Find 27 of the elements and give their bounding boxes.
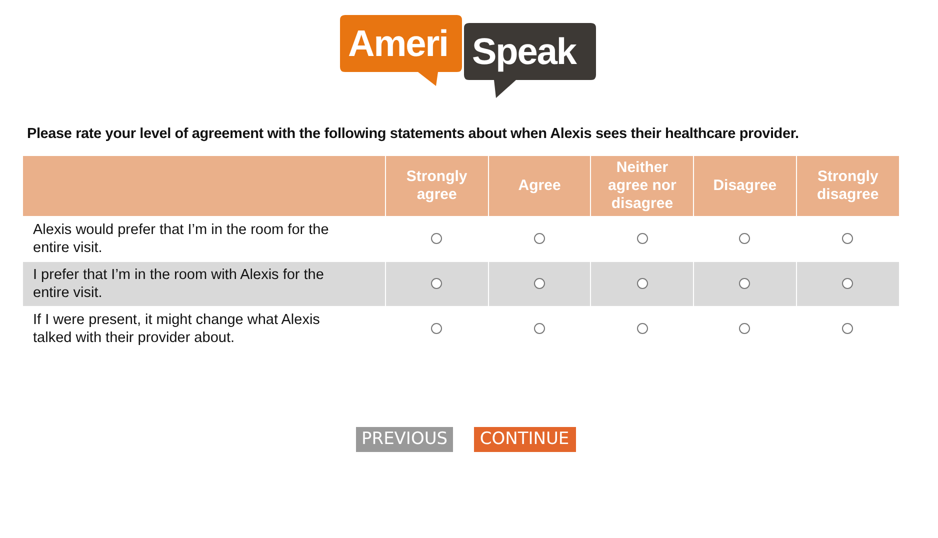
column-header: Strongly agree (386, 156, 488, 216)
statement-text: If I were present, it might change what Alexis talked with their provider about. (23, 306, 386, 351)
radio-button[interactable] (739, 233, 750, 244)
radio-button[interactable] (739, 323, 750, 334)
logo-text: Ameri (348, 25, 448, 62)
radio-button[interactable] (431, 323, 442, 334)
radio-button[interactable] (636, 233, 648, 244)
radio-button[interactable] (636, 323, 648, 334)
radio-button[interactable] (842, 278, 854, 290)
radio-button[interactable] (739, 278, 750, 290)
radio-button[interactable] (431, 233, 442, 244)
radio-button[interactable] (534, 278, 546, 290)
radio-button[interactable] (842, 323, 854, 334)
statement-text: I prefer that I’m in the room with Alexis for the entire visit. (23, 262, 386, 306)
continue-button[interactable]: CONTINUE (474, 427, 576, 452)
radio-button[interactable] (534, 323, 546, 334)
radio-button[interactable] (534, 233, 546, 244)
column-header: Strongly disagree (796, 156, 899, 216)
previous-button[interactable]: PREVIOUS (356, 427, 452, 452)
radio-button[interactable] (636, 278, 648, 290)
column-header: Neither agree nor disagree (590, 156, 694, 216)
logo-text: Speak (472, 33, 576, 70)
radio-button[interactable] (431, 278, 442, 290)
column-header: Disagree (694, 156, 796, 216)
column-header: Agree (488, 156, 591, 216)
radio-button[interactable] (842, 233, 854, 244)
question-text: Please rate your level of agreement with the following statements about when Alexis sees their healthcare provider. (27, 126, 800, 142)
